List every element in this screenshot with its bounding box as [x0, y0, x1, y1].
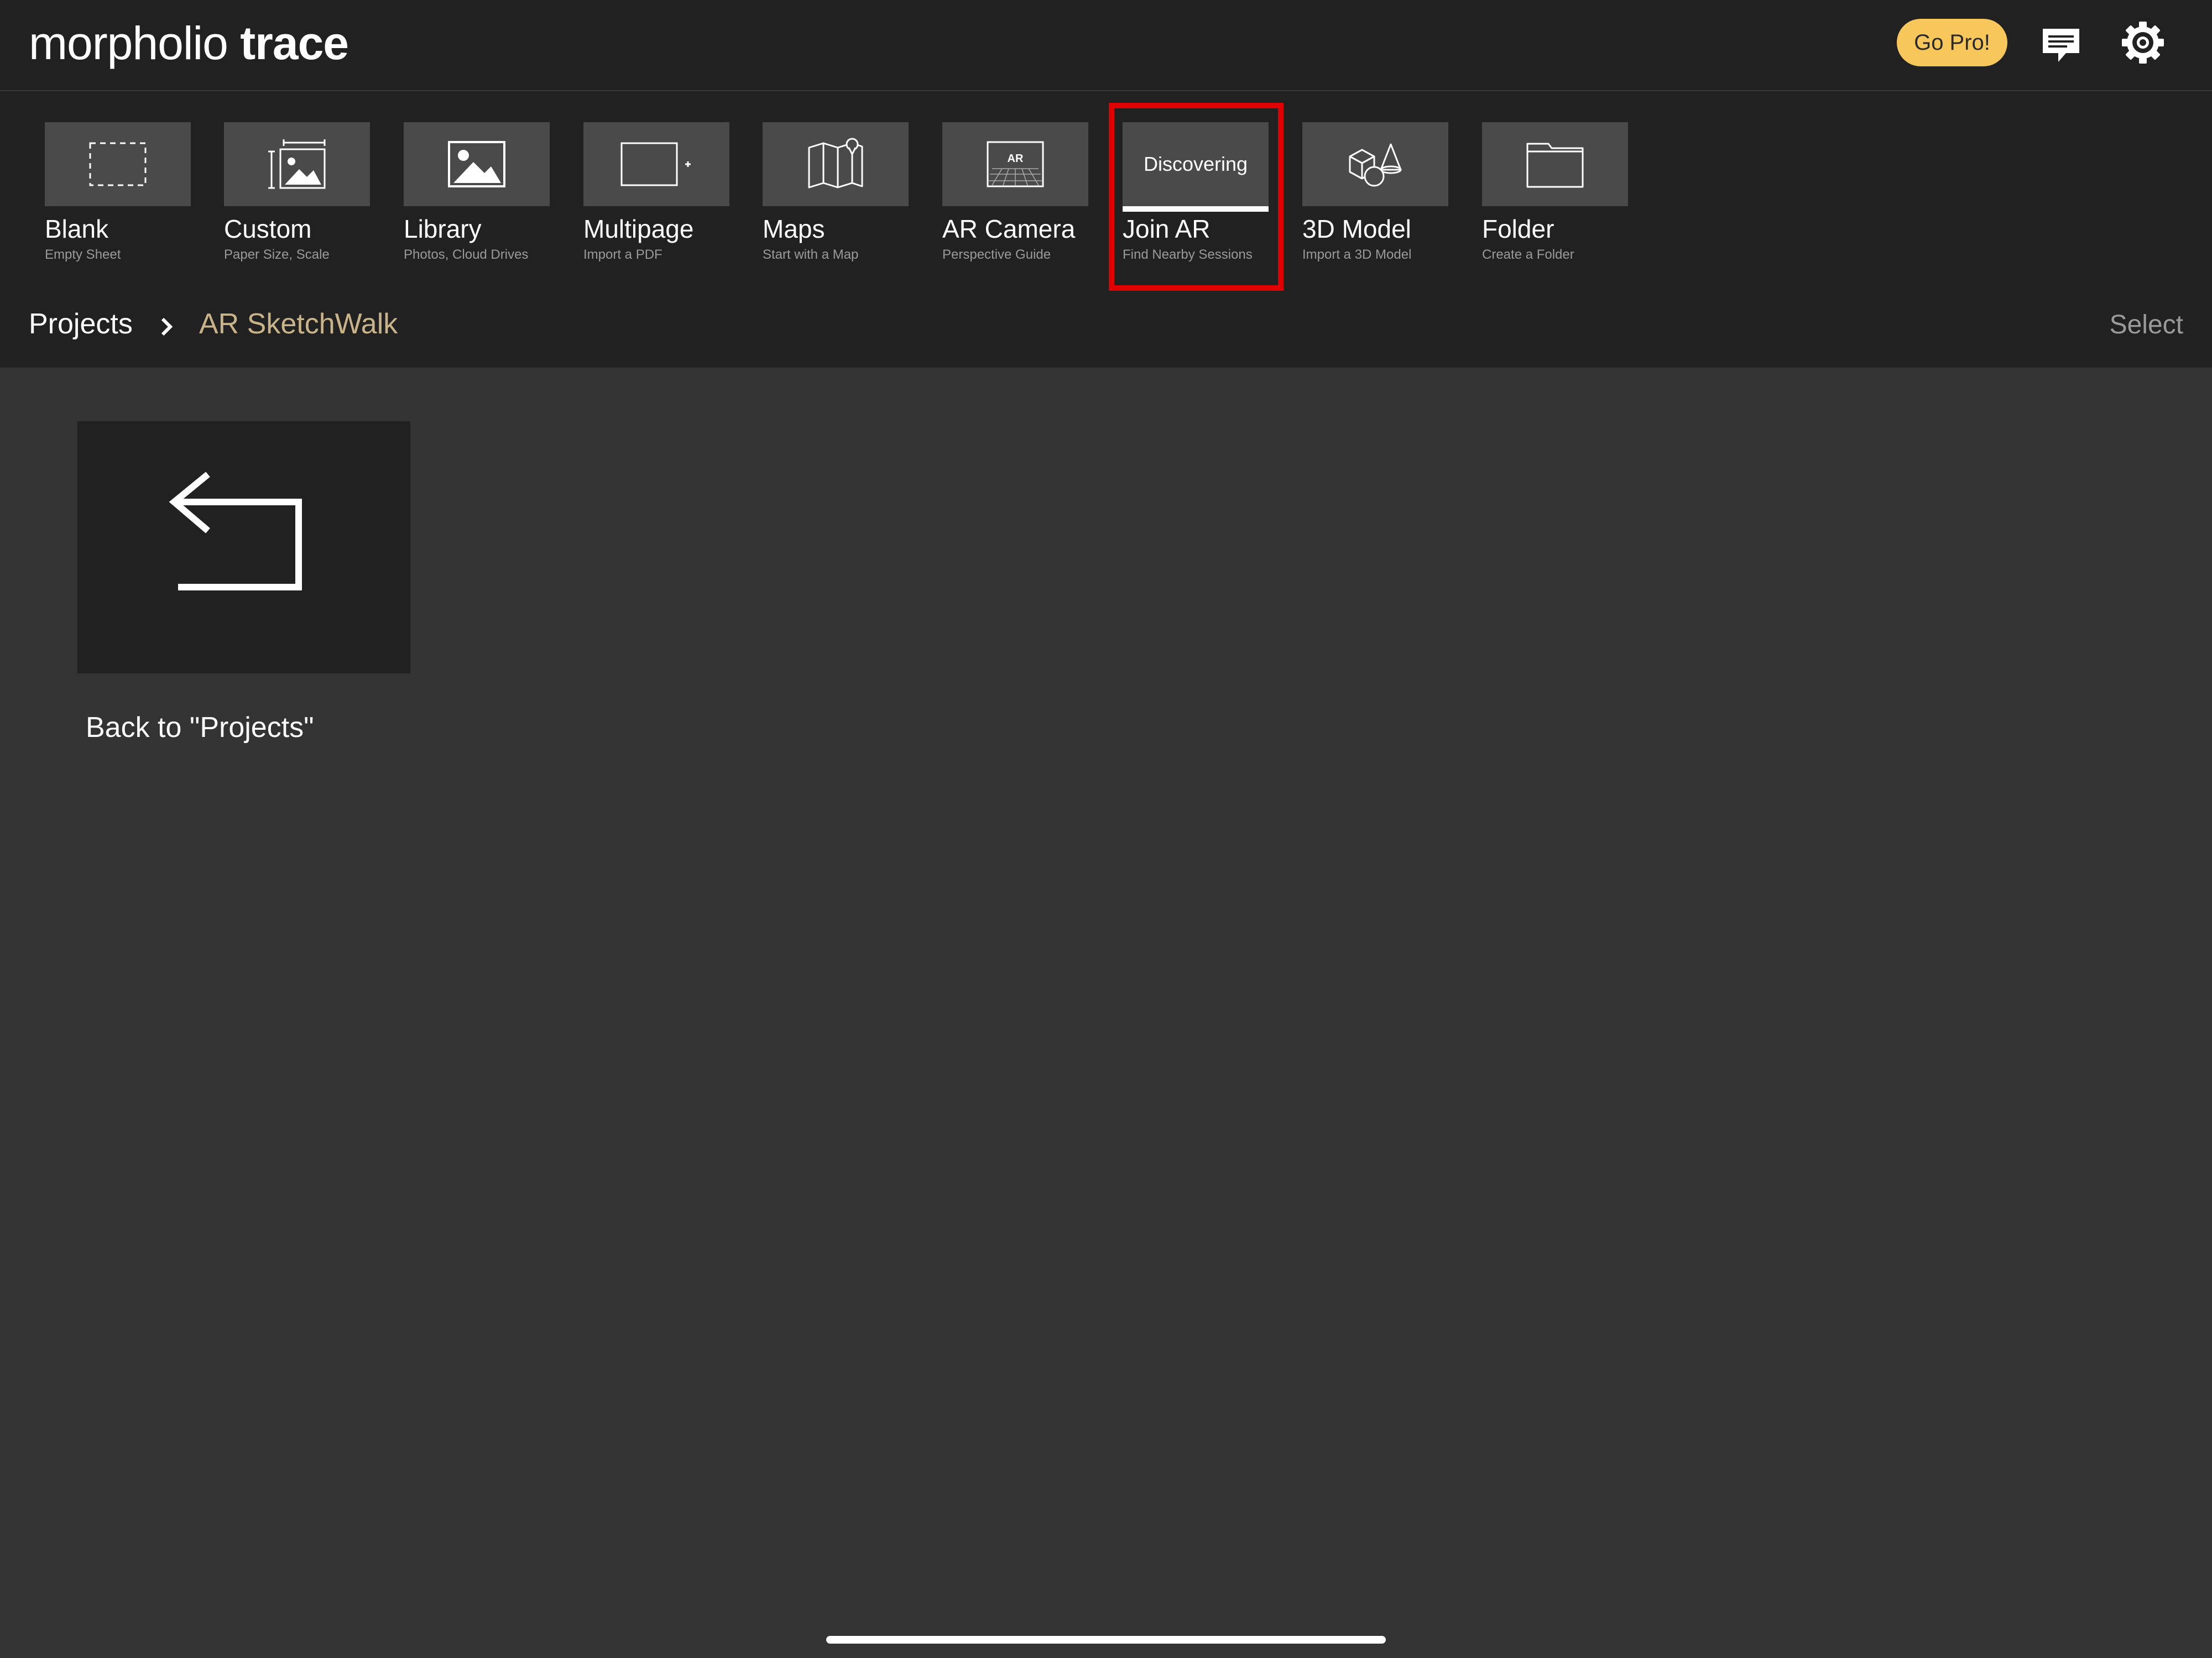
join-ar-highlight — [1109, 103, 1284, 291]
breadcrumb-projects[interactable]: Projects — [29, 307, 133, 341]
tool-subtitle: Empty Sheet — [45, 247, 121, 262]
multipage-icon — [620, 142, 691, 186]
map-icon — [808, 138, 863, 189]
tool-title: Custom — [224, 215, 312, 243]
tool-folder[interactable]: Folder Create a Folder — [1482, 122, 1628, 263]
tool-title: Multipage — [583, 215, 694, 243]
app-header: morpholio trace Go Pro! — [0, 0, 2212, 91]
tool-subtitle: Import a 3D Model — [1302, 247, 1412, 262]
back-to-projects-card[interactable] — [77, 421, 410, 673]
tool-subtitle: Photos, Cloud Drives — [404, 247, 529, 262]
tool-subtitle: Import a PDF — [583, 247, 662, 262]
tool-thumb — [1482, 122, 1628, 206]
tool-title: Maps — [763, 215, 825, 243]
chat-icon[interactable] — [2042, 28, 2080, 63]
tool-subtitle: Start with a Map — [763, 247, 859, 262]
select-button[interactable]: Select — [2110, 310, 2183, 340]
custom-size-icon — [268, 139, 326, 189]
tool-thumb — [404, 122, 550, 206]
tool-custom[interactable]: Custom Paper Size, Scale — [224, 122, 370, 263]
tool-thumb — [45, 122, 191, 206]
tool-ar-camera[interactable]: AR AR Camera Perspective Guide — [942, 122, 1088, 263]
tool-multipage[interactable]: Multipage Import a PDF — [583, 122, 729, 263]
back-to-projects-label[interactable]: Back to "Projects" — [86, 711, 314, 744]
tool-title: 3D Model — [1302, 215, 1411, 243]
tool-thumb: AR — [942, 122, 1088, 206]
tool-subtitle: Create a Folder — [1482, 247, 1574, 262]
tool-title: Library — [404, 215, 482, 243]
3d-model-icon — [1349, 143, 1402, 187]
go-pro-button[interactable]: Go Pro! — [1897, 19, 2007, 66]
ar-camera-icon: AR — [987, 141, 1044, 187]
tool-thumb — [224, 122, 370, 206]
gear-icon[interactable] — [2121, 21, 2164, 64]
home-indicator[interactable] — [826, 1636, 1386, 1644]
tool-title: Blank — [45, 215, 109, 243]
new-sheet-toolbar: Blank Empty Sheet Custom Paper Size, Sca… — [0, 91, 2212, 368]
tool-3d-model[interactable]: 3D Model Import a 3D Model — [1302, 122, 1448, 263]
tool-maps[interactable]: Maps Start with a Map — [763, 122, 909, 263]
app-logo: morpholio trace — [29, 17, 349, 70]
tool-title: AR Camera — [942, 215, 1076, 243]
tool-subtitle: Paper Size, Scale — [224, 247, 330, 262]
tool-title: Folder — [1482, 215, 1554, 243]
brand-name-part1: morpholio — [29, 17, 228, 69]
tool-thumb — [763, 122, 909, 206]
ar-badge-text: AR — [1008, 153, 1024, 165]
tool-thumb — [583, 122, 729, 206]
image-icon — [448, 141, 505, 187]
tool-library[interactable]: Library Photos, Cloud Drives — [404, 122, 550, 263]
back-arrow-icon — [169, 472, 302, 590]
chevron-right-icon — [161, 317, 173, 336]
tool-thumb — [1302, 122, 1448, 206]
tool-subtitle: Perspective Guide — [942, 247, 1051, 262]
blank-sheet-icon — [89, 142, 147, 186]
folder-icon — [1526, 143, 1584, 188]
tool-blank[interactable]: Blank Empty Sheet — [45, 122, 191, 263]
brand-name-part2: trace — [240, 17, 349, 69]
breadcrumb-current: AR SketchWalk — [199, 308, 398, 340]
